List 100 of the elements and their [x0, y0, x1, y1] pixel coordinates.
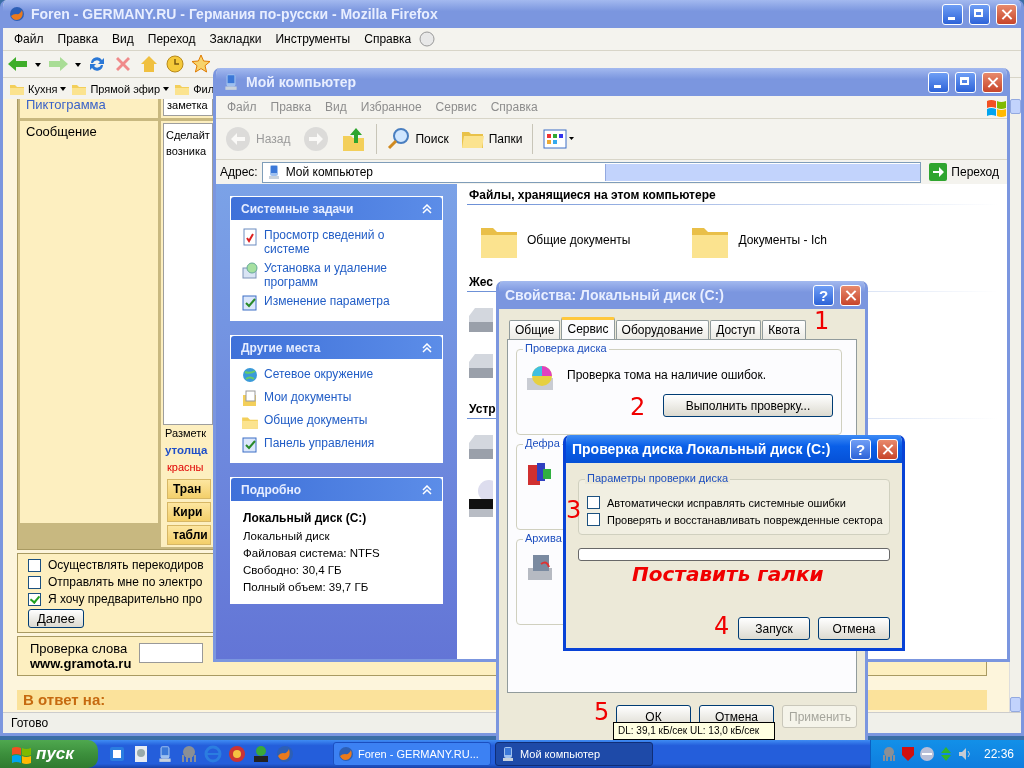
tab[interactable]: Общие: [509, 320, 561, 339]
tooltip: DL: 39,1 кБ/сек UL: 13,0 кБ/сек: [613, 722, 775, 740]
disc-box-icon: [241, 261, 259, 279]
detail-text: Свободно: 30,4 ГБ: [243, 564, 343, 576]
option-label: Проверять и восстанавливать поврежденные сектора: [607, 513, 883, 526]
window-title: Мой компьютер: [246, 74, 357, 90]
reply-heading: В ответ на:: [23, 691, 106, 708]
icon-field[interactable]: заметка: [163, 99, 213, 116]
group-title: Проверка диска: [523, 342, 609, 354]
close-button[interactable]: [982, 71, 1003, 93]
markup-button[interactable]: Тран: [167, 479, 211, 499]
menu-item[interactable]: Файл: [7, 32, 51, 46]
site-name: www.gramota.ru: [30, 656, 132, 671]
menu-item[interactable]: Вид: [105, 32, 141, 46]
star-icon: [191, 54, 211, 74]
globe-icon: [9, 6, 25, 22]
search-button[interactable]: Поиск: [385, 125, 451, 153]
globe-icon: [338, 746, 354, 762]
tab[interactable]: Доступ: [710, 320, 762, 339]
bookmark-label: Фил: [193, 82, 215, 95]
window-title: Foren - GERMANY.RU - Германия по-русски - Mozilla Firefox: [31, 6, 438, 22]
folders-button[interactable]: Папки: [458, 126, 525, 152]
bookmark-folder[interactable]: Прямой эфир: [71, 80, 170, 97]
maximize-button[interactable]: [955, 71, 976, 93]
computer-icon: [500, 746, 516, 762]
detail-text: Локальный диск: [243, 530, 331, 542]
close-button[interactable]: [996, 3, 1017, 25]
minimize-button[interactable]: [942, 3, 963, 25]
field-label: Пиктограмма: [26, 99, 106, 112]
option-label: Осуществлять перекодиров: [48, 558, 204, 572]
spell-check-label: Проверка слова: [30, 641, 129, 656]
bookmark-folder[interactable]: Фил: [174, 80, 215, 97]
start-button[interactable]: пуск: [0, 740, 98, 768]
detail-text: Полный объем: 39,7 ГБ: [243, 581, 370, 593]
minimize-button[interactable]: [928, 71, 949, 93]
documents-icon: [241, 390, 259, 408]
panel-title: Системные задачи: [241, 201, 354, 216]
window-check-icon: [241, 436, 259, 454]
menu-item[interactable]: Правка: [50, 32, 106, 46]
menu-item[interactable]: Закладки: [202, 32, 269, 46]
windows-flag-icon: [985, 97, 1007, 117]
menu-item[interactable]: Инструменты: [268, 32, 358, 46]
close-button[interactable]: [840, 284, 861, 306]
menu-item[interactable]: Переход: [140, 32, 203, 46]
taskbar-button[interactable]: Foren - GERMANY.RU...: [333, 742, 491, 766]
clock: 22:36: [983, 747, 1014, 761]
dvd-drive-icon: [469, 479, 493, 519]
folder-label[interactable]: Общие документы: [527, 233, 631, 247]
checkbox[interactable]: [587, 496, 600, 509]
section-heading: Файлы, хранящиеся на этом компьютере: [467, 188, 997, 205]
group-title: Дефра: [523, 437, 562, 449]
forward-arrow-icon: [47, 55, 69, 73]
dialog-button[interactable]: Запуск: [738, 617, 810, 640]
reload-icon: [87, 54, 107, 74]
bookmark-folder[interactable]: Кухня: [9, 80, 67, 97]
address-label: Адрес:: [220, 165, 258, 179]
markup-button[interactable]: табли: [167, 525, 211, 545]
word-field[interactable]: [139, 643, 204, 663]
ring-icon: [228, 745, 246, 763]
task-link[interactable]: Общие документы: [241, 413, 432, 431]
task-link[interactable]: Просмотр сведений о системе: [241, 228, 432, 256]
task-link[interactable]: Сетевое окружение: [241, 367, 432, 385]
globe-icon: [276, 745, 294, 763]
dialog-button[interactable]: Отмена: [818, 617, 890, 640]
folder-label[interactable]: Документы - Ich: [738, 233, 827, 247]
group-title: Архива: [523, 532, 564, 544]
next-button[interactable]: Далее: [28, 609, 85, 628]
maximize-button[interactable]: [969, 3, 990, 25]
close-button[interactable]: [877, 438, 898, 460]
task-link[interactable]: Установка и удаление программ: [241, 261, 432, 289]
taskbar-button[interactable]: Мой компьютер: [495, 742, 653, 766]
task-link[interactable]: Изменение параметра: [241, 294, 432, 312]
views-icon: [543, 128, 576, 150]
document-icon: [241, 228, 259, 246]
field-label: Сообщение: [26, 124, 97, 139]
tab[interactable]: Оборудование: [615, 320, 710, 339]
checkbox[interactable]: [587, 513, 600, 526]
step-number: 5: [594, 700, 610, 724]
collapse-icon: [422, 342, 432, 353]
title-bar[interactable]: Проверка диска Локальный диск (C:) ?: [566, 435, 902, 463]
menu-item[interactable]: Справка: [357, 32, 419, 46]
option-label: Отправлять мне по электро: [48, 575, 203, 589]
address-field[interactable]: Мой компьютер: [261, 161, 922, 183]
panel-title: Другие места: [241, 340, 321, 355]
message-field[interactable]: Сделайт возника: [163, 123, 213, 425]
checkbox[interactable]: [28, 592, 41, 606]
check-now-button[interactable]: Выполнить проверку...: [663, 394, 833, 417]
go-button[interactable]: Переход: [925, 163, 1003, 181]
octopus-icon: [880, 746, 897, 762]
tab[interactable]: Квота: [762, 320, 806, 339]
tab[interactable]: Сервис: [561, 317, 615, 339]
speaker-icon: [956, 746, 973, 762]
octopus-icon: [180, 745, 198, 763]
task-link[interactable]: Панель управления: [241, 436, 432, 454]
checkbox[interactable]: [28, 558, 41, 572]
computer-icon: [156, 745, 174, 763]
status-text: Готово: [11, 716, 49, 730]
checkbox[interactable]: [28, 575, 41, 589]
task-link[interactable]: Мои документы: [241, 390, 432, 408]
markup-button[interactable]: Кири: [167, 502, 211, 522]
